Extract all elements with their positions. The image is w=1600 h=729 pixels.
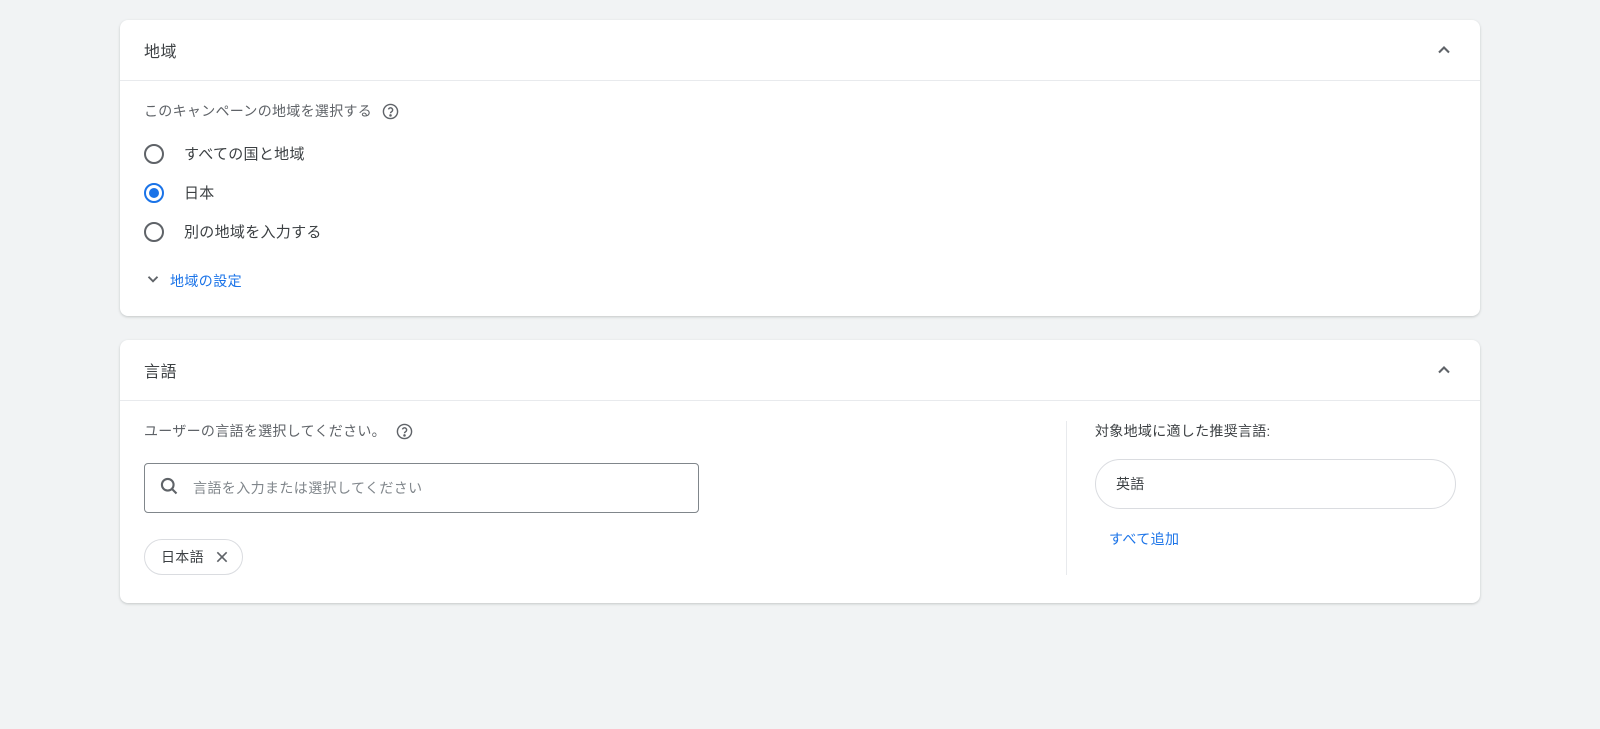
radio-japan[interactable]: 日本 — [144, 182, 1456, 203]
language-right-column: 対象地域に適した推奨言語: 英語 すべて追加 — [1066, 421, 1456, 575]
language-search-input[interactable] — [193, 480, 684, 496]
chip-label: 日本語 — [161, 547, 204, 567]
language-title: 言語 — [144, 358, 177, 382]
collapse-language-icon[interactable] — [1432, 358, 1456, 382]
language-subtitle-row: ユーザーの言語を選択してください。 — [144, 421, 1036, 441]
region-card-body: このキャンペーンの地域を選択する すべての国と地域 日本 別の地域を入力する — [120, 81, 1480, 316]
language-search-box[interactable] — [144, 463, 699, 513]
region-settings-toggle[interactable]: 地域の設定 — [144, 270, 1456, 292]
region-card-header: 地域 — [120, 20, 1480, 81]
region-radio-group: すべての国と地域 日本 別の地域を入力する — [144, 143, 1456, 242]
radio-checked-icon — [144, 183, 164, 203]
language-left-column: ユーザーの言語を選択してください。 日本語 — [144, 421, 1066, 575]
chevron-down-icon — [144, 270, 162, 292]
collapse-region-icon[interactable] — [1432, 38, 1456, 62]
radio-unchecked-icon — [144, 222, 164, 242]
search-icon — [159, 476, 179, 500]
language-subtitle: ユーザーの言語を選択してください。 — [144, 421, 386, 441]
language-card-body: ユーザーの言語を選択してください。 日本語 — [120, 401, 1480, 603]
radio-other-region[interactable]: 別の地域を入力する — [144, 221, 1456, 242]
radio-all-regions[interactable]: すべての国と地域 — [144, 143, 1456, 164]
radio-japan-label: 日本 — [184, 182, 215, 203]
recommended-language-chip[interactable]: 英語 — [1095, 459, 1456, 509]
remove-chip-icon[interactable] — [214, 549, 230, 565]
region-settings-label: 地域の設定 — [170, 271, 242, 291]
language-card: 言語 ユーザーの言語を選択してください。 — [120, 340, 1480, 603]
radio-unchecked-icon — [144, 144, 164, 164]
region-subtitle: このキャンペーンの地域を選択する — [144, 101, 372, 121]
region-title: 地域 — [144, 38, 177, 62]
reco-chip-label: 英語 — [1116, 474, 1145, 494]
radio-all-label: すべての国と地域 — [184, 143, 305, 164]
add-all-button[interactable]: すべて追加 — [1095, 529, 1456, 549]
region-subtitle-row: このキャンペーンの地域を選択する — [144, 101, 1456, 121]
recommended-label: 対象地域に適した推奨言語: — [1095, 421, 1456, 441]
help-icon[interactable] — [396, 423, 413, 440]
selected-language-chip: 日本語 — [144, 539, 243, 575]
help-icon[interactable] — [382, 103, 399, 120]
language-card-header: 言語 — [120, 340, 1480, 401]
region-card: 地域 このキャンペーンの地域を選択する すべての国と地域 日本 — [120, 20, 1480, 316]
radio-other-label: 別の地域を入力する — [184, 221, 322, 242]
